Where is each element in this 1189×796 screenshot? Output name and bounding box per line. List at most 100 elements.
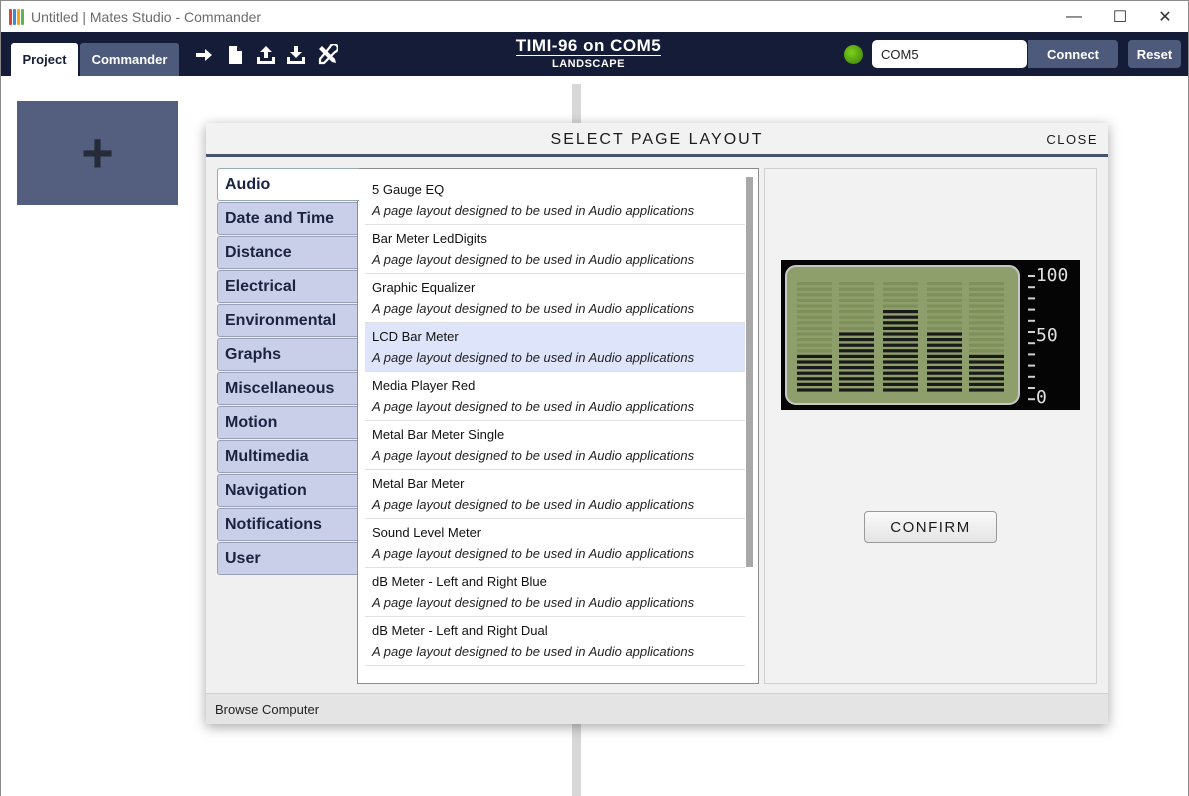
preview-bar-segment [927, 343, 962, 347]
minimize-button[interactable]: — [1051, 1, 1097, 32]
category-tab-environmental[interactable]: Environmental [217, 304, 359, 337]
new-file-icon[interactable] [224, 44, 246, 66]
preview-bar-segment [797, 282, 832, 286]
category-tab-motion[interactable]: Motion [217, 406, 359, 439]
preview-bar-segment [839, 315, 874, 319]
preview-bar-segment [839, 310, 874, 314]
category-tab-user[interactable]: User [217, 542, 359, 575]
preview-bar-segment [927, 282, 962, 286]
device-name: TIMI-96 on COM5 [515, 36, 662, 56]
category-tab-miscellaneous[interactable]: Miscellaneous [217, 372, 359, 405]
preview-bar-segment [927, 298, 962, 302]
com-port-input[interactable] [872, 40, 1027, 68]
preview-bar-segment [797, 360, 832, 364]
preview-scale-tick [1028, 342, 1035, 345]
preview-bar-segment [839, 382, 874, 386]
layout-description: A page layout designed to be used in Aud… [372, 301, 695, 316]
layout-name: Metal Bar Meter Single [372, 427, 505, 442]
tab-project[interactable]: Project [11, 43, 78, 76]
preview-bar-segment [839, 321, 874, 325]
preview-bar-segment [969, 338, 1004, 342]
layout-list-item[interactable]: LCD Bar Meter A page layout designed to b… [365, 323, 745, 372]
maximize-button[interactable]: ☐ [1097, 1, 1143, 32]
layout-list-item[interactable]: Sound Level Meter A page layout designed … [365, 519, 745, 568]
layout-description: A page layout designed to be used in Aud… [372, 399, 695, 414]
close-dialog-button[interactable]: CLOSE [1046, 132, 1098, 147]
preview-bar-segment [883, 338, 918, 342]
layout-list-item[interactable]: Metal Bar Meter Single A page layout desi… [365, 421, 745, 470]
preview-bar-segment [797, 287, 832, 291]
preview-bar-segment [927, 382, 962, 386]
preview-scale-tick [1028, 319, 1035, 322]
layout-name: Metal Bar Meter [372, 476, 465, 491]
category-tab-distance[interactable]: Distance [217, 236, 359, 269]
layout-name: 5 Gauge EQ [372, 182, 445, 197]
arrow-right-icon[interactable] [193, 44, 215, 66]
tools-icon[interactable] [316, 44, 338, 66]
category-tab-list: Audio Date and Time Distance Electrical Envi… [217, 168, 359, 576]
plus-icon: + [81, 121, 114, 184]
preview-bar-segment [969, 343, 1004, 347]
preview-bar-segment [969, 377, 1004, 381]
title-bar: Untitled | Mates Studio - Commander — ☐ … [1, 1, 1188, 32]
preview-scale-tick [1028, 364, 1035, 367]
preview-bar-segment [797, 388, 832, 392]
preview-bar-segment [797, 382, 832, 386]
reset-button[interactable]: Reset [1128, 40, 1181, 68]
orientation-label: LANDSCAPE [552, 58, 625, 70]
category-tab-electrical[interactable]: Electrical [217, 270, 359, 303]
dialog-title: SELECT PAGE LAYOUT [550, 131, 764, 148]
preview-bar-segment [969, 332, 1004, 336]
preview-bar-segment [969, 304, 1004, 308]
layout-description: A page layout designed to be used in Aud… [372, 203, 695, 218]
category-tab-graphs[interactable]: Graphs [217, 338, 359, 371]
app-window: Untitled | Mates Studio - Commander — ☐ … [0, 0, 1189, 796]
category-tab-navigation[interactable]: Navigation [217, 474, 359, 507]
confirm-button[interactable]: CONFIRM [864, 511, 997, 543]
preview-bar-segment [883, 360, 918, 364]
layout-list-item[interactable]: Bar Meter LedDigits A page layout designe… [365, 225, 745, 274]
preview-bar-segment [797, 298, 832, 302]
layout-list-item[interactable]: 5 Gauge EQ A page layout designed to be u… [365, 176, 745, 225]
dialog-footer: Browse Computer [206, 693, 1108, 724]
download-icon[interactable] [285, 44, 307, 66]
preview-bar-segment [969, 298, 1004, 302]
layout-list-item[interactable]: dB Meter - Left and Right Blue A page lay… [365, 568, 745, 617]
layout-name: LCD Bar Meter [372, 329, 459, 344]
preview-bar-segment [797, 310, 832, 314]
list-scrollbar[interactable] [746, 177, 753, 567]
preview-bar-segment [883, 366, 918, 370]
category-tab-notifications[interactable]: Notifications [217, 508, 359, 541]
category-tab-date-and-time[interactable]: Date and Time [217, 202, 359, 235]
upload-icon[interactable] [255, 44, 277, 66]
preview-scale-tick [1028, 398, 1035, 401]
preview-bar-segment [927, 366, 962, 370]
preview-bar-segment [927, 310, 962, 314]
preview-bar-segment [883, 326, 918, 330]
preview-bar-segment [883, 304, 918, 308]
preview-scale-tick [1028, 275, 1035, 277]
tab-commander[interactable]: Commander [80, 43, 179, 76]
add-page-button[interactable]: + [17, 101, 178, 205]
preview-bar-segment [883, 310, 918, 314]
connect-button[interactable]: Connect [1028, 40, 1118, 68]
preview-scale-tick [1028, 297, 1035, 300]
preview-scale-label: 0 [1036, 387, 1047, 408]
close-window-button[interactable]: ✕ [1142, 1, 1188, 32]
layout-list-item[interactable]: Graphic Equalizer A page layout designed … [365, 274, 745, 323]
main-toolbar: Project Commander TIMI-96 on COM5 LANDSC… [1, 32, 1188, 76]
browse-computer-link[interactable]: Browse Computer [215, 702, 319, 717]
preview-bar-segment [969, 315, 1004, 319]
layout-list-item[interactable]: dB Meter - Left and Right Dual A page lay… [365, 617, 745, 666]
layout-list-item[interactable]: Metal Bar Meter A page layout designed to… [365, 470, 745, 519]
layout-name: Bar Meter LedDigits [372, 231, 487, 246]
preview-bar-segment [927, 371, 962, 375]
category-tab-audio[interactable]: Audio [217, 168, 359, 201]
layout-description: A page layout designed to be used in Aud… [372, 644, 695, 659]
layout-list[interactable]: 5 Gauge EQ A page layout designed to be u… [358, 169, 758, 683]
preview-bar-segment [797, 349, 832, 353]
category-tab-multimedia[interactable]: Multimedia [217, 440, 359, 473]
layout-name: Sound Level Meter [372, 525, 482, 540]
preview-bar-segment [927, 293, 962, 297]
layout-list-item[interactable]: Media Player Red A page layout designed t… [365, 372, 745, 421]
